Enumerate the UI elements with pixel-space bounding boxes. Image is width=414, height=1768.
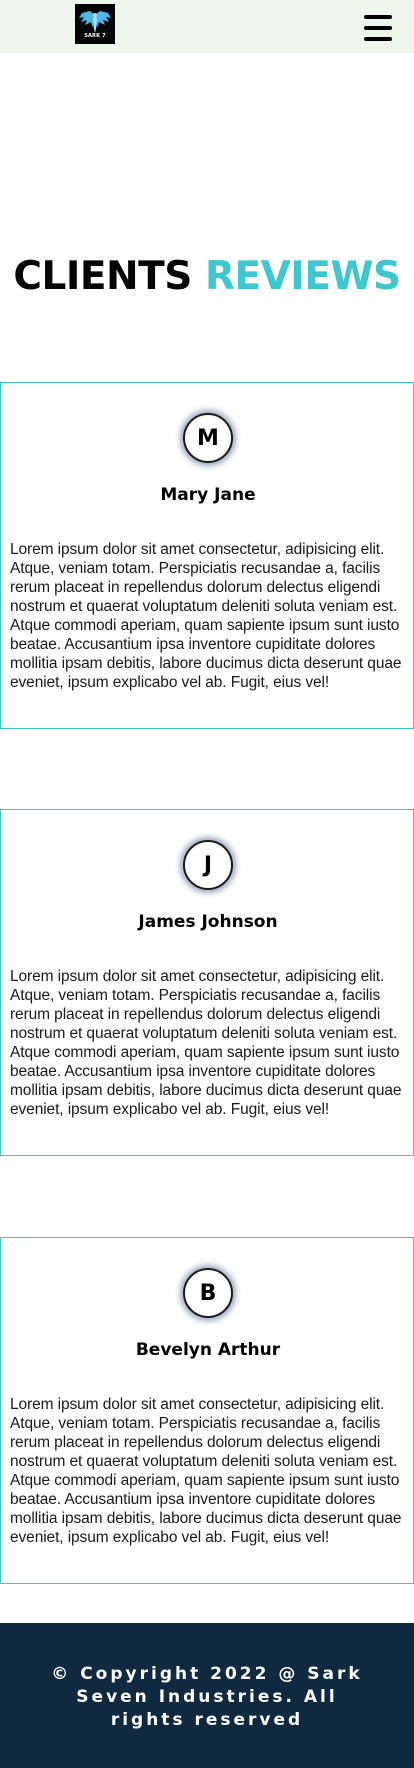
review-text: Lorem ipsum dolor sit amet consectetur, …: [10, 968, 402, 1118]
copyright-text: © Copyright 2022 @ Sark Seven Industries…: [51, 1664, 363, 1730]
reviewer-name: James Johnson: [138, 912, 278, 932]
brand-logo[interactable]: SARK 7: [75, 4, 115, 44]
hamburger-menu-icon: [364, 15, 392, 19]
logo-text: SARK 7: [84, 33, 106, 39]
review-card: J James Johnson Lorem ipsum dolor sit am…: [0, 809, 414, 1156]
avatar: B: [183, 1268, 233, 1318]
review-text: Lorem ipsum dolor sit amet consectetur, …: [10, 1396, 402, 1546]
review-text: Lorem ipsum dolor sit amet consectetur, …: [10, 541, 402, 691]
avatar: J: [183, 840, 233, 890]
review-card: M Mary Jane Lorem ipsum dolor sit amet c…: [0, 382, 414, 729]
review-card: B Bevelyn Arthur Lorem ipsum dolor sit a…: [0, 1237, 414, 1584]
avatar: M: [183, 413, 233, 463]
hamburger-menu-button[interactable]: [364, 15, 392, 41]
page: SARK 7 CLIENTS REVIEWS M Mary Jane Lorem…: [0, 0, 414, 1768]
site-header: SARK 7: [0, 0, 414, 53]
site-footer: © Copyright 2022 @ Sark Seven Industries…: [0, 1623, 414, 1768]
winged-logo-icon: [79, 11, 111, 33]
section-title: CLIENTS REVIEWS: [0, 252, 414, 302]
reviewer-name: Mary Jane: [160, 485, 256, 505]
section-title-part2: REVIEWS: [204, 254, 401, 299]
reviewer-name: Bevelyn Arthur: [135, 1340, 281, 1360]
section-title-part1: CLIENTS: [13, 254, 192, 299]
